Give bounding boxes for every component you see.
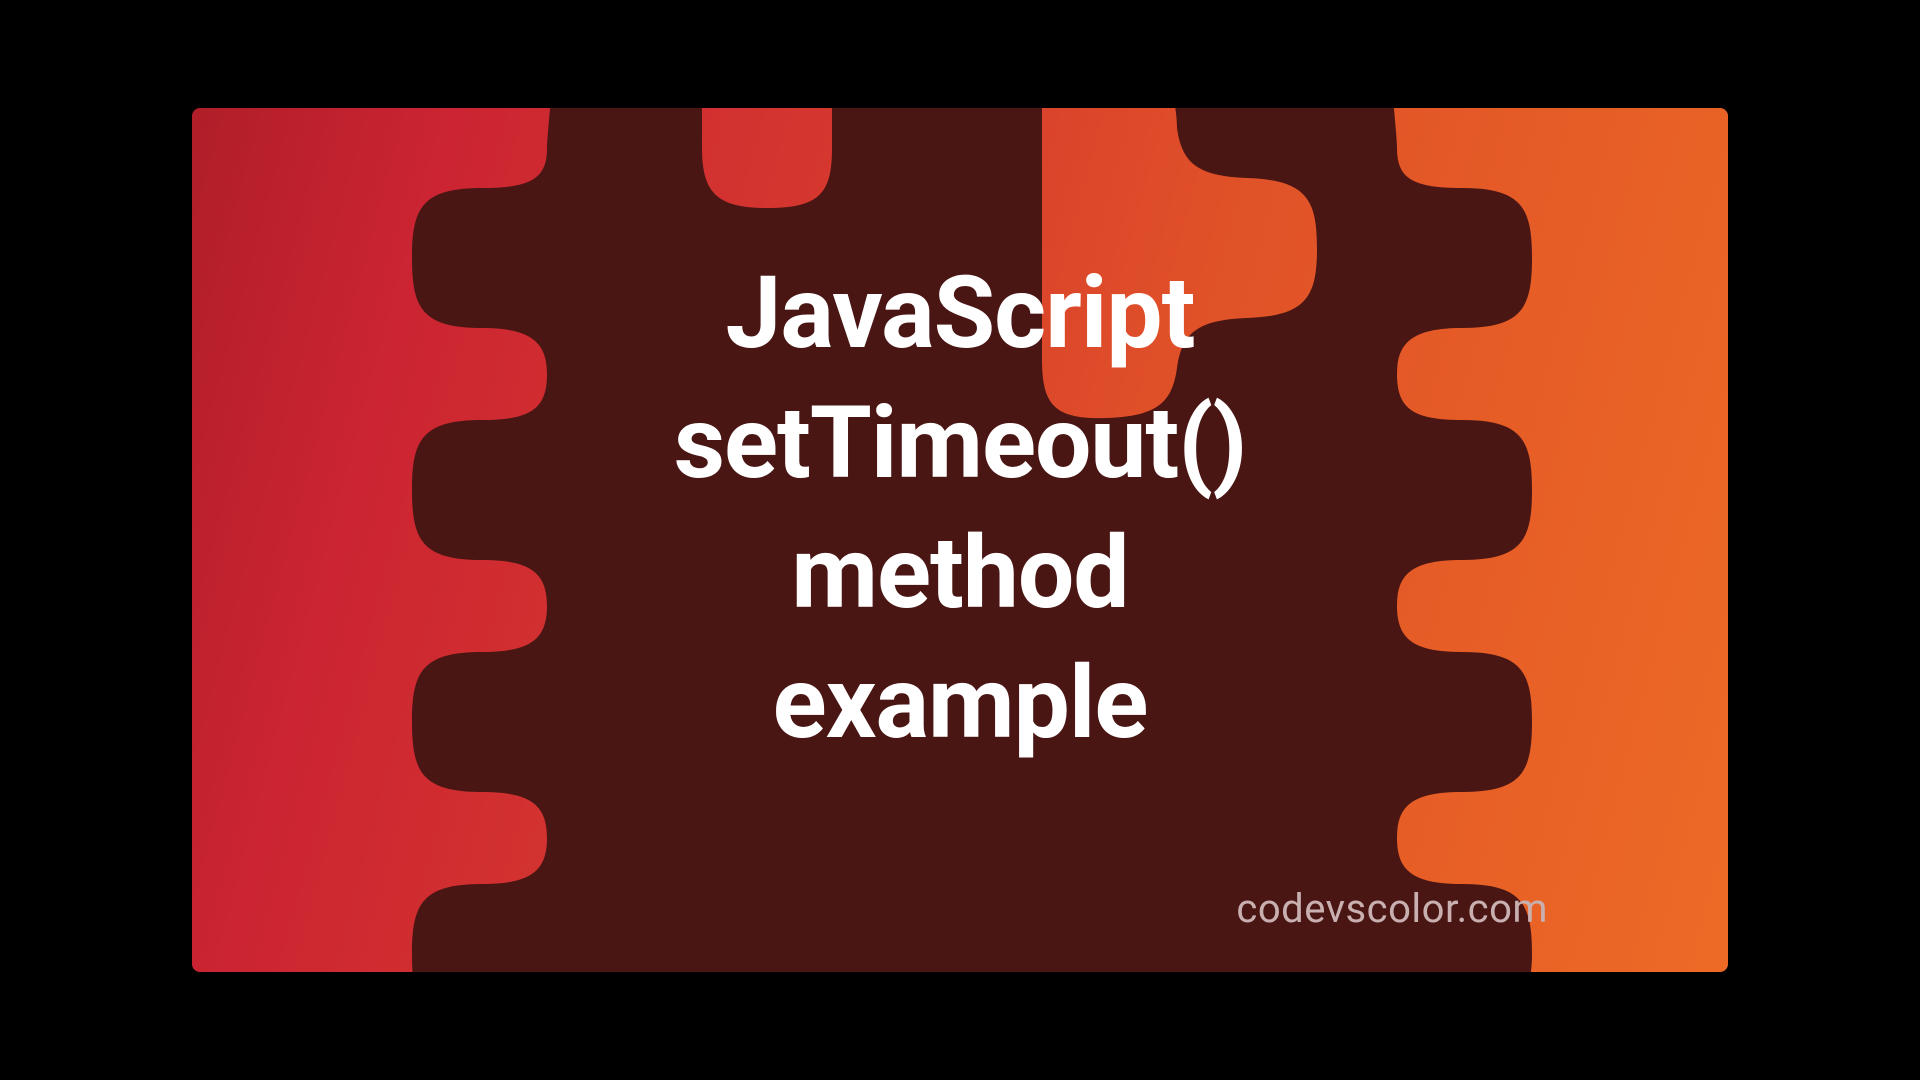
banner-title: JavaScript setTimeout() method example <box>674 249 1247 769</box>
watermark-text: codevscolor.com <box>1236 885 1548 932</box>
banner-card: JavaScript setTimeout() method example c… <box>192 108 1728 972</box>
